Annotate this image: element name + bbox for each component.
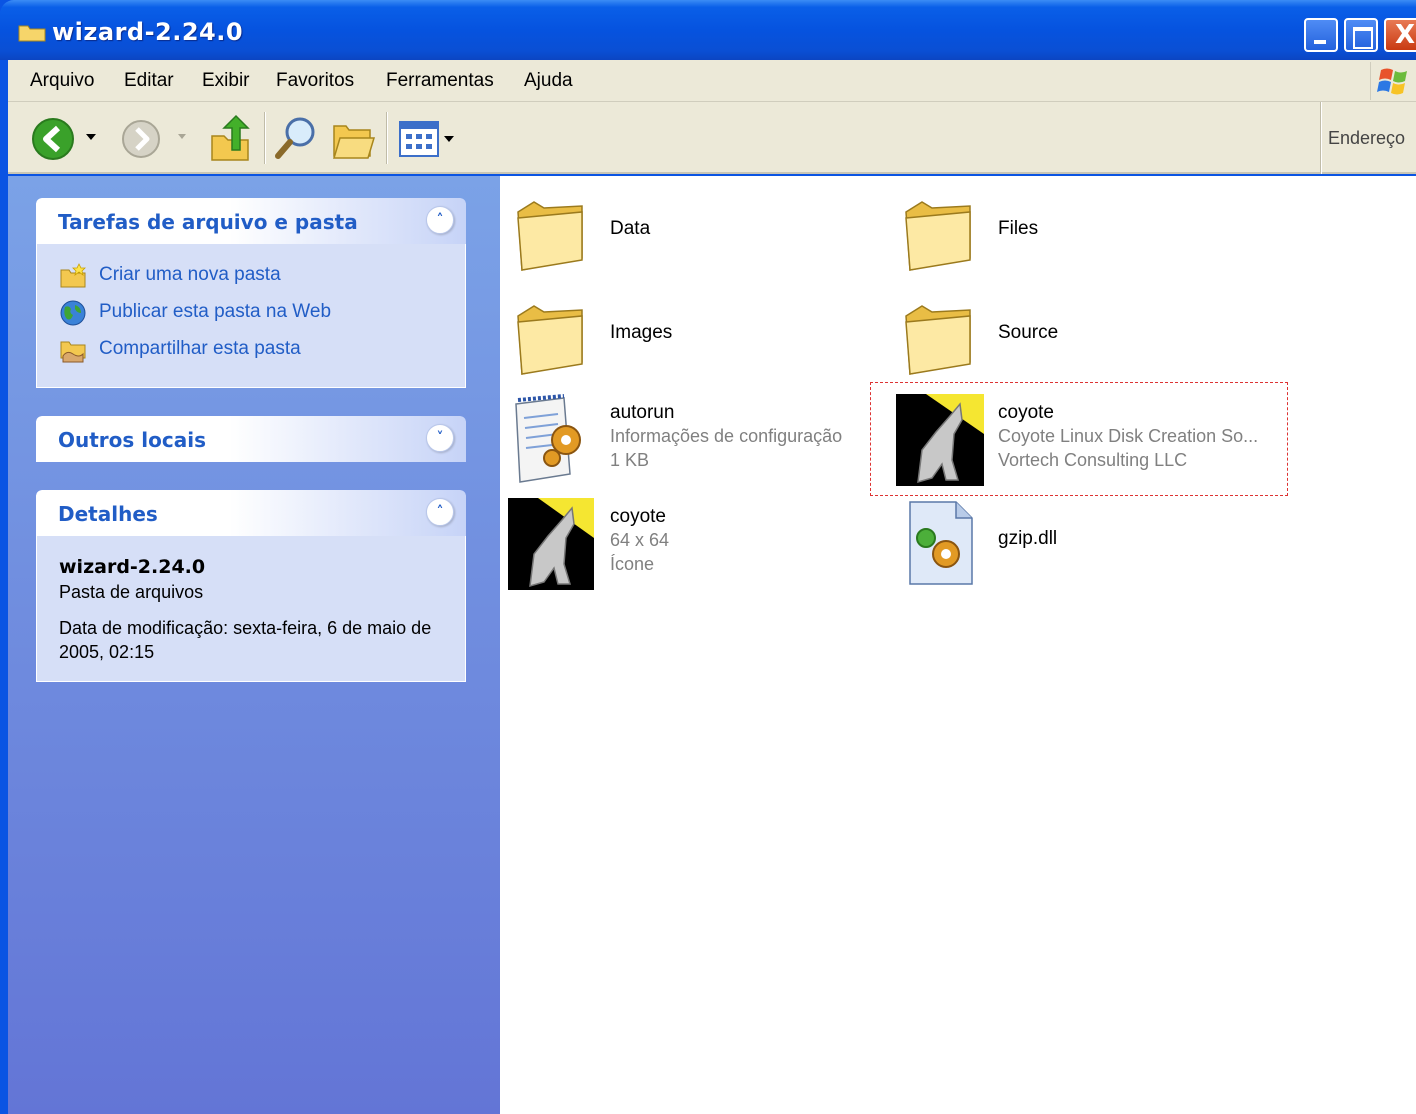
coyote-app-icon <box>508 498 594 590</box>
file-item-gzip-dll[interactable]: gzip.dll <box>896 498 1276 594</box>
file-description: Coyote Linux Disk Creation So... <box>998 426 1259 446</box>
dll-file-icon <box>909 501 973 585</box>
window-title: wizard-2.24.0 <box>52 18 244 46</box>
file-item-coyote-exe[interactable]: coyote Coyote Linux Disk Creation So... … <box>896 394 1276 490</box>
collapse-chevron-icon[interactable]: ˄ <box>426 498 454 526</box>
views-icon[interactable] <box>398 118 458 160</box>
file-name: Data <box>610 218 651 239</box>
new-folder-icon <box>60 263 86 288</box>
address-label[interactable]: Endereço <box>1328 128 1405 149</box>
expand-chevron-icon[interactable]: ˅ <box>426 424 454 452</box>
task-label: Criar uma nova pasta <box>99 264 281 285</box>
details-type: Pasta de arquivos <box>59 582 204 602</box>
other-places-panel: Outros locais ˅ <box>36 416 466 462</box>
file-item-files[interactable]: Files <box>896 188 1276 284</box>
file-name: coyote <box>610 506 666 527</box>
details-header[interactable]: Detalhes ˄ <box>36 490 466 536</box>
file-name: coyote <box>998 402 1054 423</box>
details-body: wizard-2.24.0 Pasta de arquivos Data de … <box>36 536 466 682</box>
file-item-source[interactable]: Source <box>896 292 1276 388</box>
explorer-window: wizard-2.24.0 X Arquivo Editar Exibir Fa… <box>0 0 1416 1114</box>
folder-icon <box>905 201 971 271</box>
close-button[interactable]: X <box>1384 18 1416 52</box>
task-label: Compartilhar esta pasta <box>99 338 301 359</box>
search-icon[interactable] <box>272 114 320 164</box>
file-size: 1 KB <box>610 450 650 470</box>
file-name: gzip.dll <box>998 528 1058 549</box>
folder-icon <box>517 305 583 375</box>
menu-ajuda[interactable]: Ajuda <box>524 70 573 92</box>
folder-icon <box>905 305 971 375</box>
panel-title: Detalhes <box>58 502 158 526</box>
close-icon: X <box>1395 20 1416 50</box>
folders-icon[interactable] <box>330 116 376 162</box>
menu-editar[interactable]: Editar <box>124 70 174 92</box>
panel-title: Outros locais <box>58 428 206 452</box>
file-name: autorun <box>610 402 675 423</box>
task-label: Publicar esta pasta na Web <box>99 301 332 322</box>
file-type: Ícone <box>610 554 655 574</box>
file-tasks-panel: Tarefas de arquivo e pasta ˄ Criar uma n… <box>36 198 466 388</box>
coyote-app-icon <box>896 394 984 486</box>
collapse-chevron-icon[interactable]: ˄ <box>426 206 454 234</box>
file-item-autorun[interactable]: autorun Informações de configuração 1 KB <box>508 394 888 490</box>
minimize-button[interactable] <box>1304 18 1338 52</box>
toolbar: Endereço <box>8 102 1416 174</box>
toolbar-separator <box>264 112 266 164</box>
details-name: wizard-2.24.0 <box>59 556 206 578</box>
windows-logo-icon <box>1370 62 1416 100</box>
folder-icon <box>18 25 46 42</box>
file-tasks-body: Criar uma nova pasta Publicar esta pasta… <box>36 244 466 388</box>
up-folder-icon[interactable] <box>208 114 254 164</box>
other-places-header[interactable]: Outros locais ˅ <box>36 416 466 462</box>
folder-icon <box>517 201 583 271</box>
panel-title: Tarefas de arquivo e pasta <box>58 210 358 234</box>
globe-icon <box>60 300 86 326</box>
file-name: Source <box>998 322 1059 343</box>
file-item-images[interactable]: Images <box>508 292 888 388</box>
menu-favoritos[interactable]: Favoritos <box>276 70 354 92</box>
file-name: Images <box>610 322 673 343</box>
title-bar[interactable]: wizard-2.24.0 X <box>0 0 1416 60</box>
details-modified: Data de modificação: sexta-feira, 6 de m… <box>59 618 432 662</box>
file-item-data[interactable]: Data <box>508 188 888 284</box>
file-dimensions: 64 x 64 <box>610 530 670 550</box>
back-dropdown-icon[interactable] <box>84 132 98 142</box>
file-company: Vortech Consulting LLC <box>998 450 1188 470</box>
file-item-coyote-ico[interactable]: coyote 64 x 64 Ícone <box>508 498 888 594</box>
toolbar-separator <box>386 112 388 164</box>
forward-dropdown-icon[interactable] <box>176 132 188 142</box>
file-name: Files <box>998 218 1039 239</box>
task-pane: Tarefas de arquivo e pasta ˄ Criar uma n… <box>8 176 500 1114</box>
file-type: Informações de configuração <box>610 426 843 446</box>
file-tasks-header[interactable]: Tarefas de arquivo e pasta ˄ <box>36 198 466 244</box>
menu-ferramentas[interactable]: Ferramentas <box>386 70 494 92</box>
details-panel: Detalhes ˄ wizard-2.24.0 Pasta de arquiv… <box>36 490 466 682</box>
forward-icon[interactable] <box>120 118 162 160</box>
menu-bar: Arquivo Editar Exibir Favoritos Ferramen… <box>8 60 1416 102</box>
back-icon[interactable] <box>30 116 76 162</box>
maximize-button[interactable] <box>1344 18 1378 52</box>
share-folder-icon <box>60 341 86 363</box>
address-separator <box>1320 102 1322 174</box>
config-file-icon <box>515 394 581 483</box>
file-view[interactable]: Data Files Images Source autorun Informa… <box>500 176 1416 1114</box>
menu-exibir[interactable]: Exibir <box>202 70 250 92</box>
menu-arquivo[interactable]: Arquivo <box>30 70 94 92</box>
